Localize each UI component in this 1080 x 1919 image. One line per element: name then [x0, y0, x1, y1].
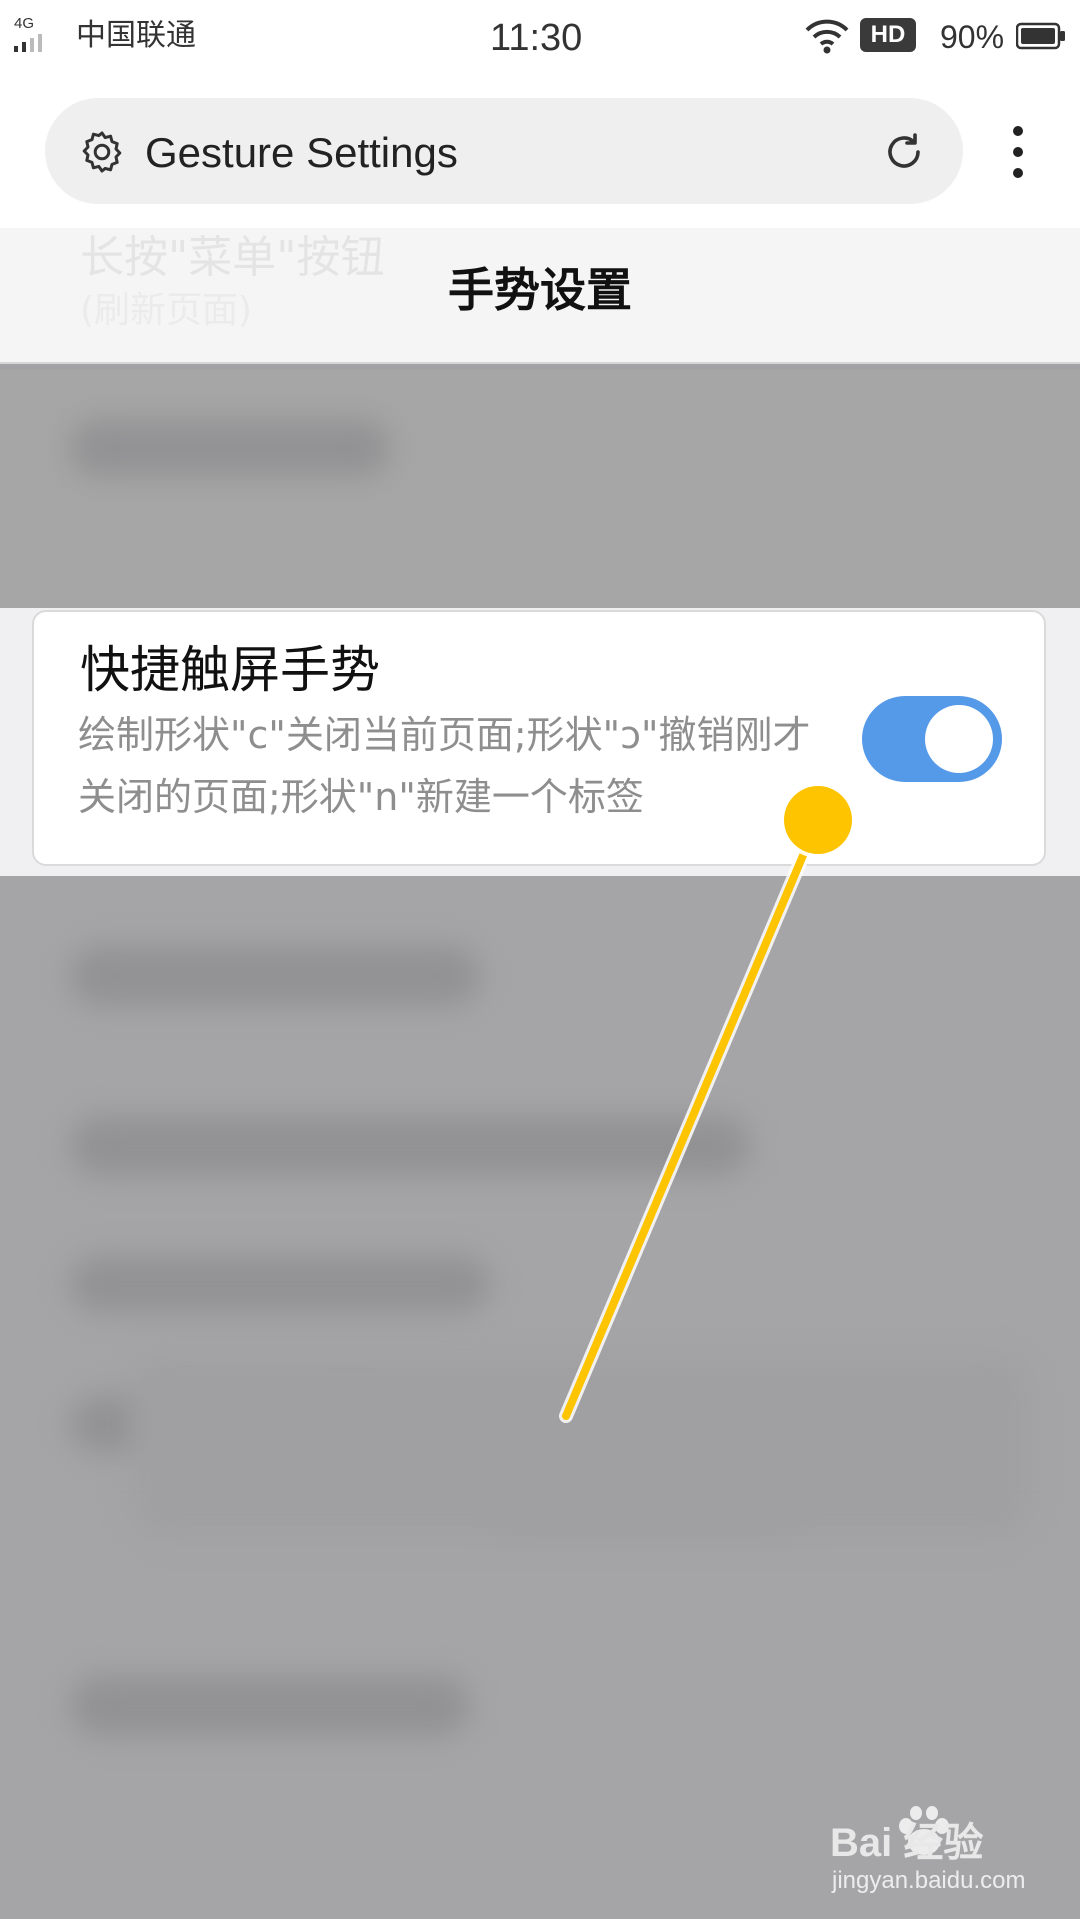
watermark-logo: Bai 经验: [830, 1821, 984, 1865]
watermark-url: jingyan.baidu.com: [832, 1867, 1026, 1894]
annotation-pointer: [559, 782, 856, 1423]
